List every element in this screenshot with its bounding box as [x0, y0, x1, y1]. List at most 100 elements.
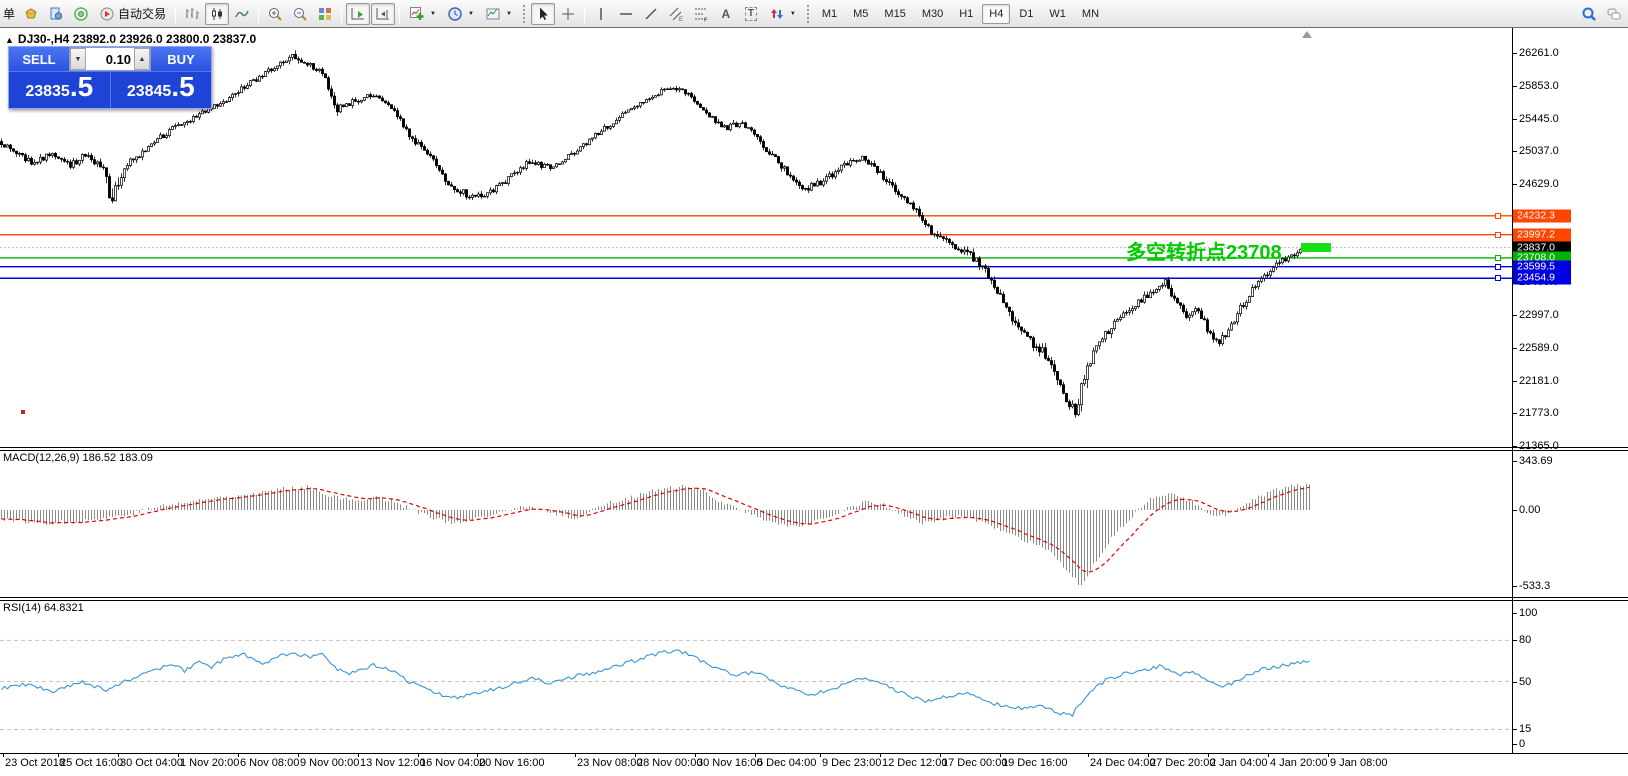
timeframe-h4-button[interactable]: H4	[982, 4, 1010, 24]
time-axis-tick	[1328, 754, 1329, 757]
bar-chart-button[interactable]	[180, 3, 204, 25]
timeframe-h1-button[interactable]: H1	[952, 4, 980, 24]
time-axis-tick	[118, 754, 119, 757]
time-axis-tick	[820, 754, 821, 757]
time-axis-label: 12 Dec 12:00	[882, 757, 947, 769]
timeframe-mn-button[interactable]: MN	[1075, 4, 1106, 24]
price-axis-line	[1512, 28, 1513, 754]
auto-scroll-icon	[350, 6, 366, 22]
rsi-axis-label: 50	[1519, 676, 1531, 688]
time-axis-tick	[418, 754, 419, 757]
templates-button[interactable]: ▼	[480, 3, 517, 25]
price-axis-tick	[1512, 86, 1517, 87]
volume-decrease-button[interactable]: ▼	[70, 48, 86, 70]
rsi-canvas[interactable]	[0, 601, 1512, 752]
macd-axis-label: -533.3	[1519, 580, 1550, 592]
price-line-label: 24232.3	[1513, 209, 1571, 222]
svg-text:E: E	[679, 17, 683, 22]
buy-price[interactable]: 23845.5	[110, 72, 212, 108]
timeframe-m5-button[interactable]: M5	[846, 4, 875, 24]
timeframe-m15-button[interactable]: M15	[877, 4, 912, 24]
panel-separator[interactable]	[0, 597, 1628, 598]
timeframe-d1-button[interactable]: D1	[1012, 4, 1040, 24]
main-chart-canvas[interactable]	[0, 28, 1512, 447]
equidistant-channel-icon: E	[668, 6, 684, 22]
line-chart-button[interactable]	[230, 3, 254, 25]
sell-price[interactable]: 23835.5	[9, 72, 110, 108]
price-axis-tick	[1512, 184, 1517, 185]
timeframe-w1-button[interactable]: W1	[1042, 4, 1073, 24]
line-handle[interactable]	[1495, 255, 1501, 261]
document-button[interactable]	[44, 3, 68, 25]
collapse-icon[interactable]: ▲	[5, 35, 14, 45]
horizontal-line-button[interactable]	[614, 3, 638, 25]
buy-button[interactable]: BUY	[151, 47, 211, 71]
price-axis-tick	[1512, 53, 1517, 54]
chart-shift-icon	[375, 6, 391, 22]
timeframe-m30-button[interactable]: M30	[915, 4, 950, 24]
time-axis-tick	[358, 754, 359, 757]
radar-icon	[73, 6, 89, 22]
fibonacci-button[interactable]: F	[689, 3, 713, 25]
trendline-button[interactable]	[639, 3, 663, 25]
text-icon: A	[722, 8, 731, 20]
crosshair-button[interactable]	[556, 3, 580, 25]
chart-shift-button[interactable]	[371, 3, 395, 25]
toolbar-grip[interactable]	[523, 5, 525, 23]
text-button[interactable]: A	[714, 3, 738, 25]
rsi-axis-label: 15	[1519, 723, 1531, 735]
sell-button[interactable]: SELL	[9, 47, 69, 71]
equidistant-channel-button[interactable]: E	[664, 3, 688, 25]
document-icon	[48, 6, 64, 22]
volume-input[interactable]: 0.10	[86, 48, 134, 70]
time-axis-label: 20 Nov 16:00	[479, 757, 544, 769]
time-axis-tick	[58, 754, 59, 757]
sell-price-frac: .5	[70, 73, 93, 101]
vertical-line-button[interactable]	[589, 3, 613, 25]
search-button[interactable]	[1577, 3, 1601, 25]
new-order-button[interactable]: 单	[2, 5, 18, 22]
line-handle[interactable]	[1495, 264, 1501, 270]
panel-separator[interactable]	[0, 447, 1628, 448]
horizontal-line-icon	[618, 6, 634, 22]
toolbar-grip[interactable]	[807, 5, 809, 23]
time-axis-tick	[1148, 754, 1149, 757]
dropdown-caret[interactable]: ▼	[430, 11, 436, 17]
dropdown-caret[interactable]: ▼	[790, 11, 796, 17]
line-handle[interactable]	[1495, 275, 1501, 281]
toolbar-separator	[584, 4, 585, 24]
text-label-button[interactable]: T	[739, 3, 763, 25]
panel-separator[interactable]	[0, 600, 1628, 601]
gem-button[interactable]	[19, 3, 43, 25]
tile-windows-button[interactable]	[313, 3, 337, 25]
price-axis-label: 21365.0	[1519, 440, 1559, 452]
price-axis-label: 25037.0	[1519, 145, 1559, 157]
timeframe-m1-button[interactable]: M1	[815, 4, 844, 24]
periods-button[interactable]: ▼	[442, 3, 479, 25]
trading-terminal: 单 自动交易	[0, 0, 1628, 776]
indicators-button[interactable]: ▼	[404, 3, 441, 25]
chat-button[interactable]	[1602, 3, 1626, 25]
time-axis-label: 4 Jan 20:00	[1270, 757, 1328, 769]
dropdown-caret[interactable]: ▼	[468, 11, 474, 17]
auto-scroll-button[interactable]	[346, 3, 370, 25]
trendline-icon	[643, 6, 659, 22]
zoom-in-button[interactable]	[263, 3, 287, 25]
radar-button[interactable]	[69, 3, 93, 25]
candlestick-chart-button[interactable]	[205, 3, 229, 25]
autotrading-label: 自动交易	[118, 5, 166, 22]
chart-shift-marker[interactable]	[1302, 31, 1312, 38]
panel-separator[interactable]	[0, 450, 1628, 451]
dropdown-caret[interactable]: ▼	[506, 11, 512, 17]
arrows-button[interactable]: ▼	[764, 3, 801, 25]
arrows-icon	[769, 6, 785, 22]
autotrading-button[interactable]: 自动交易	[94, 3, 171, 25]
zoom-out-button[interactable]	[288, 3, 312, 25]
cursor-button[interactable]	[531, 3, 555, 25]
price-axis-label: 22997.0	[1519, 309, 1559, 321]
cursor-icon	[535, 6, 551, 22]
line-handle[interactable]	[1495, 213, 1501, 219]
line-handle[interactable]	[1495, 232, 1501, 238]
volume-increase-button[interactable]: ▲	[134, 48, 150, 70]
macd-canvas[interactable]	[0, 451, 1512, 596]
